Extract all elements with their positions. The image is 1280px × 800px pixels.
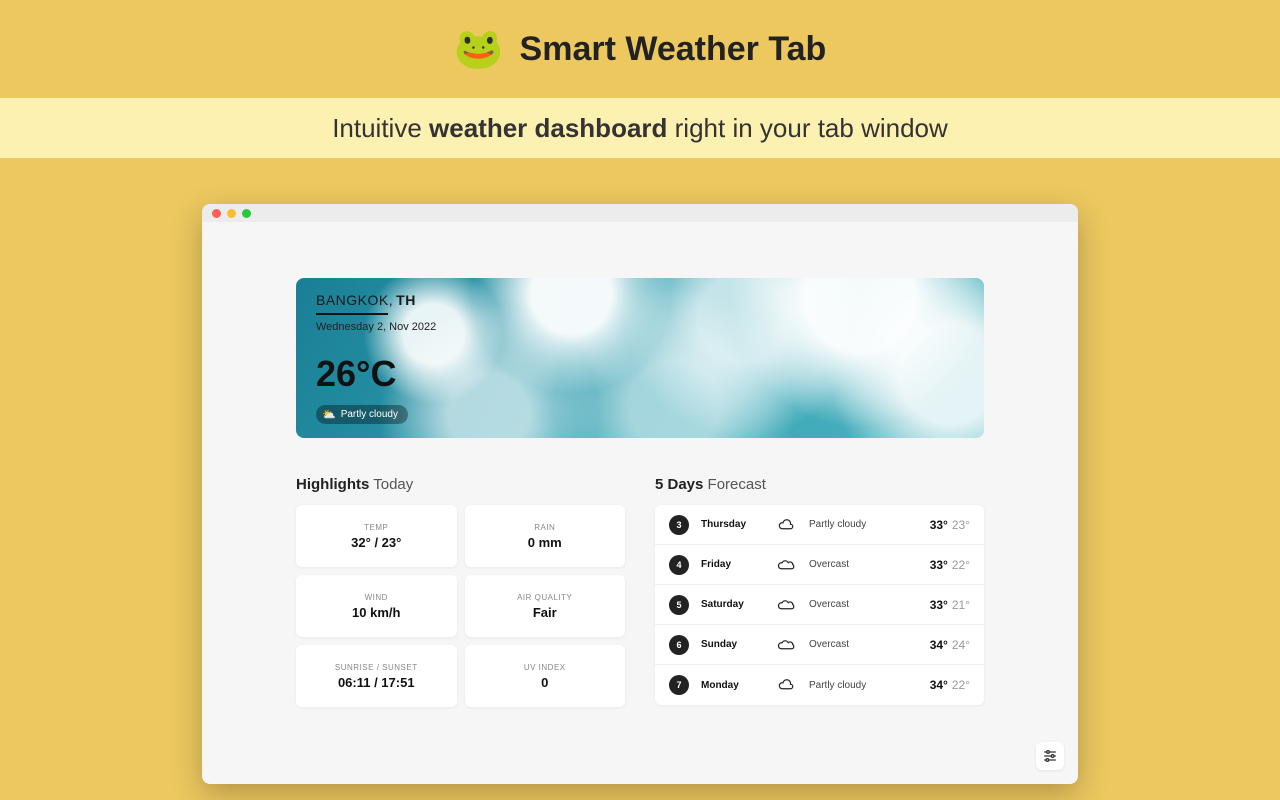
highlight-label: RAIN bbox=[534, 523, 555, 532]
forecast-day-name: Friday bbox=[701, 559, 777, 570]
forecast-condition: Overcast bbox=[809, 559, 930, 570]
location-underline bbox=[316, 313, 388, 315]
window-body: BANGKOK,TH Wednesday 2, Nov 2022 26°C ⛅ … bbox=[202, 222, 1078, 707]
forecast-row: 5 Saturday Overcast 33° 21° bbox=[655, 585, 984, 625]
forecast-high: 33° bbox=[930, 598, 948, 612]
forecast-low: 21° bbox=[952, 598, 970, 612]
traffic-minimize-icon[interactable] bbox=[227, 209, 236, 218]
highlight-label: TEMP bbox=[364, 523, 388, 532]
highlights-grid: TEMP 32° / 23° RAIN 0 mm WIND 10 km/h bbox=[296, 505, 625, 707]
highlight-temp: TEMP 32° / 23° bbox=[296, 505, 457, 567]
forecast-day-name: Sunday bbox=[701, 639, 777, 650]
highlight-value: 06:11 / 17:51 bbox=[338, 675, 415, 690]
highlight-value: 0 bbox=[541, 675, 548, 690]
forecast-day-name: Monday bbox=[701, 680, 777, 691]
highlight-value: 32° / 23° bbox=[351, 535, 401, 550]
forecast-condition: Partly cloudy bbox=[809, 519, 930, 530]
app-title: Smart Weather Tab bbox=[520, 30, 827, 69]
forecast-low: 22° bbox=[952, 678, 970, 692]
forecast-day-number: 6 bbox=[669, 635, 689, 655]
forecast-low: 22° bbox=[952, 558, 970, 572]
highlight-label: SUNRISE / SUNSET bbox=[335, 663, 418, 672]
frog-icon: 🐸 bbox=[454, 29, 504, 69]
cloud-icon bbox=[777, 638, 799, 652]
cloud-icon bbox=[777, 558, 799, 572]
highlight-uv-index: UV INDEX 0 bbox=[465, 645, 626, 707]
hero-overlay: BANGKOK,TH Wednesday 2, Nov 2022 26°C ⛅ … bbox=[316, 292, 436, 424]
forecast-day-number: 3 bbox=[669, 515, 689, 535]
forecast-high: 33° bbox=[930, 558, 948, 572]
forecast-title-strong: 5 Days bbox=[655, 476, 703, 493]
highlight-air-quality: AIR QUALITY Fair bbox=[465, 575, 626, 637]
highlight-rain: RAIN 0 mm bbox=[465, 505, 626, 567]
highlights-title-light-text: Today bbox=[373, 476, 413, 493]
forecast-row: 7 Monday Partly cloudy 34° 22° bbox=[655, 665, 984, 705]
highlights-title-strong: Highlights bbox=[296, 476, 369, 493]
subtitle-band: Intuitive weather dashboard right in you… bbox=[0, 98, 1280, 158]
location-country: TH bbox=[396, 292, 416, 308]
highlight-wind: WIND 10 km/h bbox=[296, 575, 457, 637]
highlight-label: WIND bbox=[365, 593, 388, 602]
subtitle-text: Intuitive weather dashboard right in you… bbox=[332, 113, 948, 144]
location-label: BANGKOK,TH bbox=[316, 292, 436, 308]
forecast-day-number: 4 bbox=[669, 555, 689, 575]
forecast-high: 34° bbox=[930, 638, 948, 652]
current-date: Wednesday 2, Nov 2022 bbox=[316, 321, 436, 333]
highlight-label: AIR QUALITY bbox=[517, 593, 572, 602]
window-chrome bbox=[202, 204, 1078, 222]
weather-hero: BANGKOK,TH Wednesday 2, Nov 2022 26°C ⛅ … bbox=[296, 278, 984, 438]
forecast-condition: Overcast bbox=[809, 639, 930, 650]
header-band: 🐸 Smart Weather Tab bbox=[0, 0, 1280, 98]
highlights-title: Highlights Today bbox=[296, 476, 625, 493]
subtitle-bold: weather dashboard bbox=[429, 113, 667, 143]
condition-pill: ⛅ Partly cloudy bbox=[316, 405, 408, 424]
forecast-row: 6 Sunday Overcast 34° 24° bbox=[655, 625, 984, 665]
stage: BANGKOK,TH Wednesday 2, Nov 2022 26°C ⛅ … bbox=[0, 158, 1280, 784]
traffic-close-icon[interactable] bbox=[212, 209, 221, 218]
current-temp: 26°C bbox=[316, 353, 436, 395]
highlight-sunrise-sunset: SUNRISE / SUNSET 06:11 / 17:51 bbox=[296, 645, 457, 707]
forecast-title-light: Forecast bbox=[708, 476, 766, 493]
forecast-day-name: Thursday bbox=[701, 519, 777, 530]
forecast-card: 3 Thursday Partly cloudy 33° 23° 4 Frida… bbox=[655, 505, 984, 705]
condition-text: Partly cloudy bbox=[341, 409, 398, 420]
forecast-low: 23° bbox=[952, 518, 970, 532]
forecast-day-name: Saturday bbox=[701, 599, 777, 610]
partly-cloudy-icon: ⛅ bbox=[322, 408, 336, 421]
cloud-icon bbox=[777, 518, 799, 532]
settings-button[interactable] bbox=[1036, 742, 1064, 770]
cloud-icon bbox=[777, 598, 799, 612]
forecast-title: 5 Days Forecast bbox=[655, 476, 984, 493]
traffic-zoom-icon[interactable] bbox=[242, 209, 251, 218]
app-window: BANGKOK,TH Wednesday 2, Nov 2022 26°C ⛅ … bbox=[202, 204, 1078, 784]
forecast-section: 5 Days Forecast 3 Thursday Partly cloudy… bbox=[655, 476, 984, 707]
forecast-row: 4 Friday Overcast 33° 22° bbox=[655, 545, 984, 585]
forecast-high: 33° bbox=[930, 518, 948, 532]
forecast-low: 24° bbox=[952, 638, 970, 652]
cloud-icon bbox=[777, 678, 799, 692]
forecast-high: 34° bbox=[930, 678, 948, 692]
highlight-value: 10 km/h bbox=[352, 605, 400, 620]
subtitle-pre: Intuitive bbox=[332, 113, 429, 143]
forecast-day-number: 5 bbox=[669, 595, 689, 615]
forecast-condition: Overcast bbox=[809, 599, 930, 610]
forecast-row: 3 Thursday Partly cloudy 33° 23° bbox=[655, 505, 984, 545]
highlight-label: UV INDEX bbox=[524, 663, 566, 672]
subtitle-post: right in your tab window bbox=[667, 113, 947, 143]
columns: Highlights Today TEMP 32° / 23° RAIN 0 m… bbox=[296, 476, 984, 707]
highlight-value: Fair bbox=[533, 605, 557, 620]
highlight-value: 0 mm bbox=[528, 535, 562, 550]
sliders-icon bbox=[1042, 748, 1058, 764]
highlights-section: Highlights Today TEMP 32° / 23° RAIN 0 m… bbox=[296, 476, 625, 707]
location-city: BANGKOK, bbox=[316, 292, 393, 308]
forecast-day-number: 7 bbox=[669, 675, 689, 695]
forecast-condition: Partly cloudy bbox=[809, 680, 930, 691]
